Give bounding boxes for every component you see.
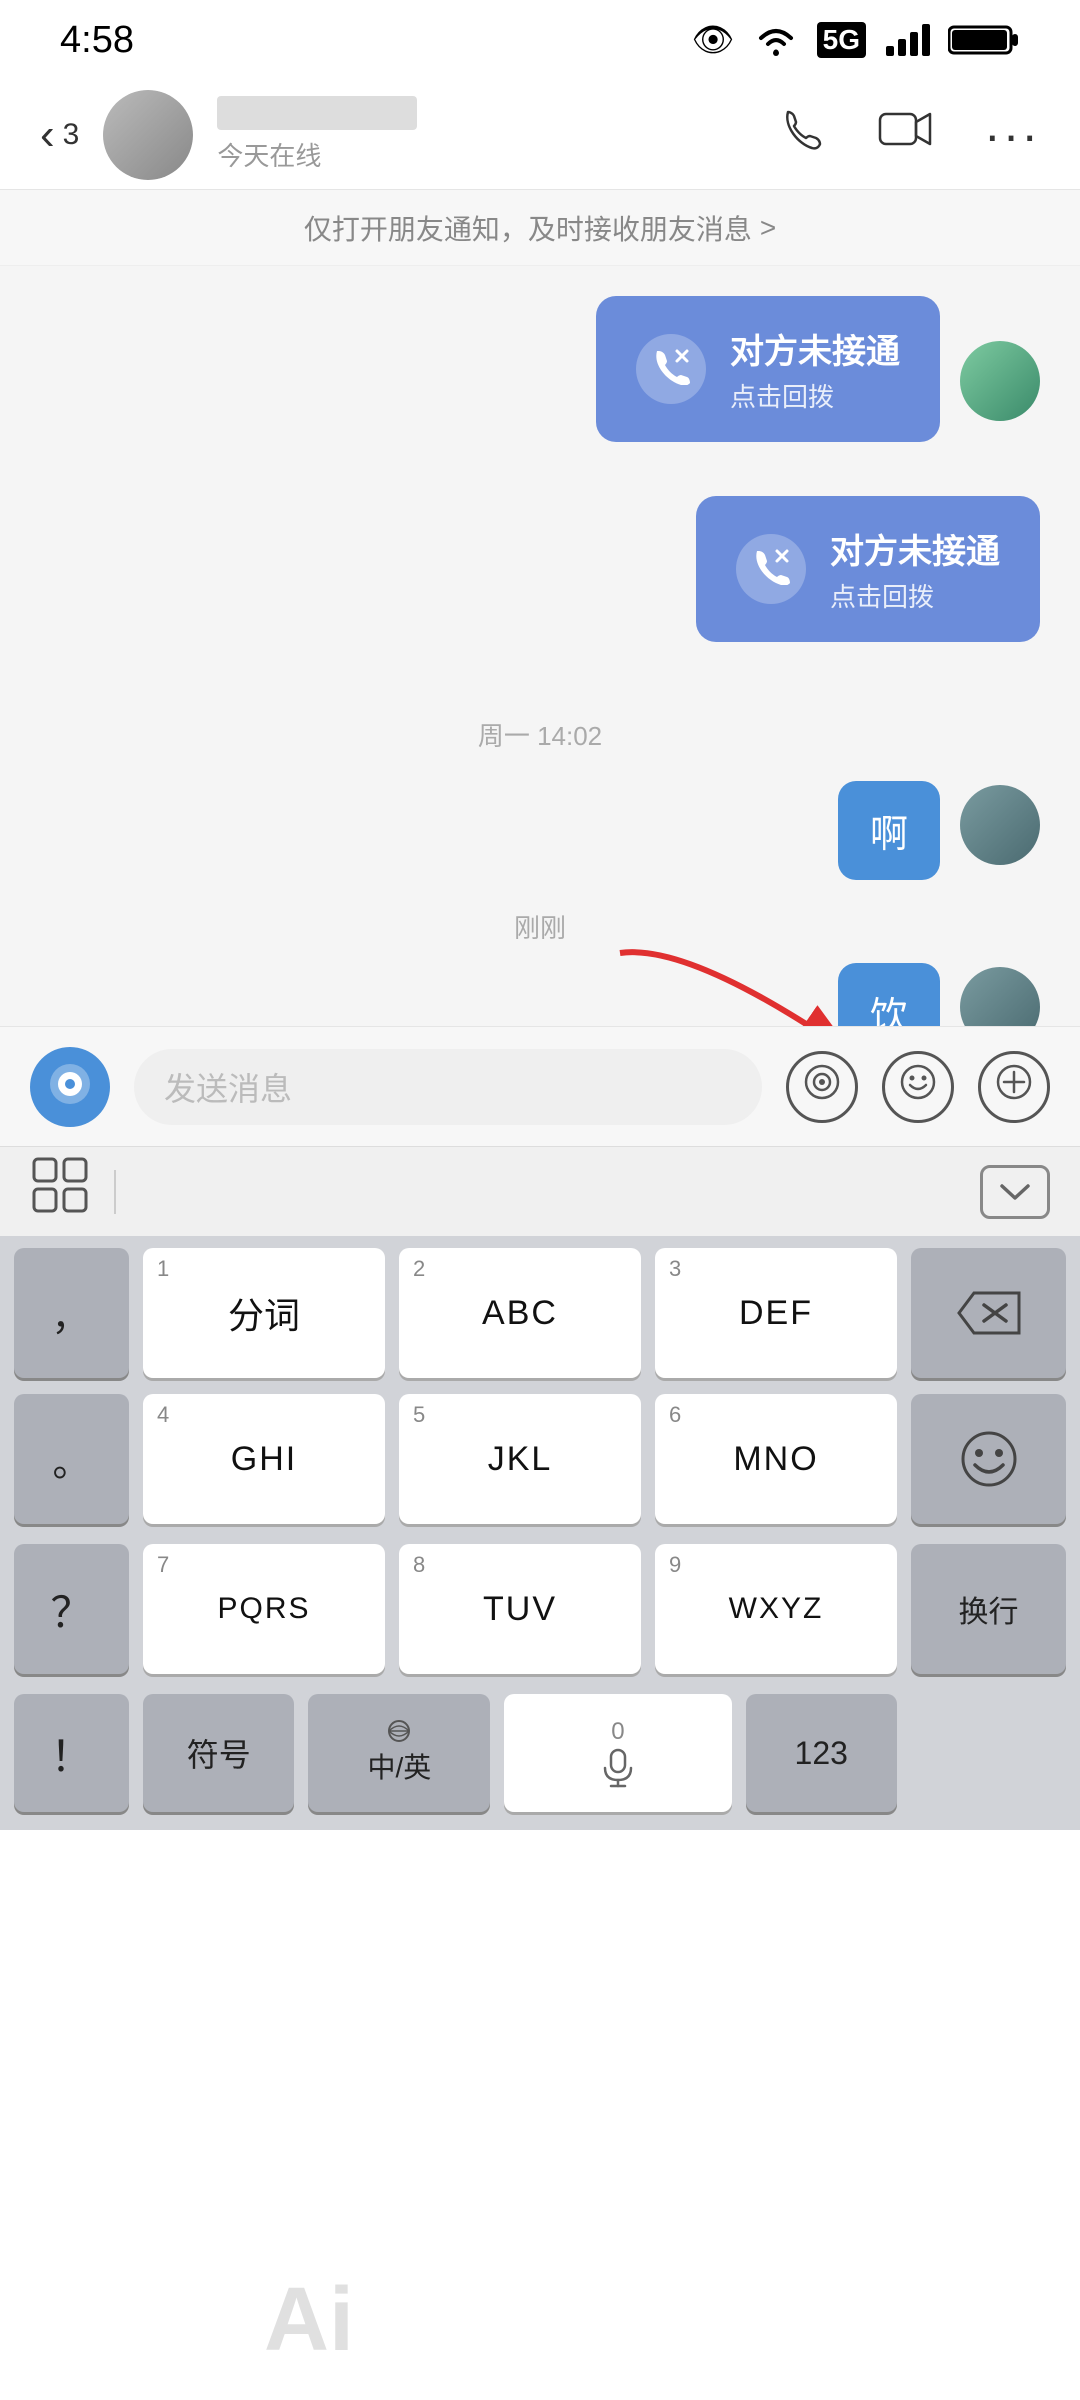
- input-bar: 发送消息: [0, 1026, 1080, 1146]
- message-row-2-wrapper: 饮 已送达: [40, 963, 1040, 1026]
- header: ‹ 3 今天在线 ···: [0, 80, 1080, 190]
- message-bubble-2[interactable]: 饮: [838, 963, 940, 1026]
- timestamp-label: 周一 14:02: [40, 716, 1040, 753]
- keyboard-grid-icon[interactable]: [30, 1155, 90, 1228]
- sound-button[interactable]: [786, 1051, 858, 1123]
- back-arrow-icon: ‹: [40, 110, 55, 160]
- battery-icon: [948, 22, 1020, 58]
- key-2-abc[interactable]: 2 ABC: [399, 1248, 641, 1378]
- input-placeholder: 发送消息: [164, 1064, 292, 1110]
- more-options-icon[interactable]: ···: [984, 106, 1040, 164]
- status-time: 4:58: [60, 19, 134, 62]
- notification-text: 仅打开朋友通知，及时接收朋友消息: [304, 208, 752, 248]
- chat-area: 对方未接通 点击回拨 对方未接通 点击回拨: [0, 266, 1080, 1026]
- missed-call-bubble-1[interactable]: 对方未接通 点击回拨: [596, 296, 940, 442]
- video-call-icon[interactable]: [878, 104, 934, 166]
- key-4-ghi[interactable]: 4 GHI: [143, 1394, 385, 1524]
- key-delete[interactable]: [911, 1248, 1066, 1378]
- call-missed-icon-2: [736, 534, 806, 604]
- call-missed-icon-1: [636, 334, 706, 404]
- message-bubble-1[interactable]: 啊: [838, 781, 940, 880]
- contact-status: 今天在线: [217, 136, 754, 173]
- key-symbol[interactable]: 符号: [143, 1694, 294, 1812]
- key-5-jkl[interactable]: 5 JKL: [399, 1394, 641, 1524]
- key-6-mno[interactable]: 6 MNO: [655, 1394, 897, 1524]
- contact-name: [217, 96, 417, 130]
- sender-avatar-1: [960, 341, 1040, 421]
- missed-call-text-2: 对方未接通 点击回拨: [830, 524, 1000, 614]
- key-comma[interactable]: ，: [14, 1248, 129, 1378]
- wifi-icon: [753, 22, 799, 58]
- key-lang[interactable]: 中/英: [308, 1694, 490, 1812]
- notification-banner[interactable]: 仅打开朋友通知，及时接收朋友消息 >: [0, 190, 1080, 266]
- key-question[interactable]: ？: [14, 1544, 129, 1674]
- key-9-wxyz[interactable]: 9 WXYZ: [655, 1544, 897, 1674]
- header-actions: ···: [778, 104, 1040, 166]
- missed-call-text-1: 对方未接通 点击回拨: [730, 324, 900, 414]
- plus-icon: [995, 1063, 1033, 1110]
- keyboard-row-2: 。 4 GHI 5 JKL 6 MNO: [0, 1390, 1080, 1540]
- voice-button[interactable]: [30, 1047, 110, 1127]
- back-button[interactable]: ‹ 3: [40, 110, 79, 160]
- key-123[interactable]: 123: [746, 1694, 897, 1812]
- sound-icon: [803, 1063, 841, 1110]
- contact-info: 今天在线: [217, 96, 754, 173]
- key-exclaim[interactable]: ！: [14, 1694, 129, 1812]
- signal-icon: [884, 22, 930, 58]
- key-emoji[interactable]: [911, 1394, 1066, 1524]
- voice-record-icon: [48, 1062, 92, 1111]
- keyboard-row-3: ？ 7 PQRS 8 TUV 9 WXYZ 换行: [0, 1540, 1080, 1690]
- keyboard-collapse-button[interactable]: [980, 1165, 1050, 1219]
- missed-call-row-1: 对方未接通 点击回拨: [40, 296, 1040, 466]
- missed-call-row-2: 对方未接通 点击回拨: [40, 496, 1040, 666]
- keyboard-row-1: ， 1 分词 2 ABC 3 DEF: [0, 1236, 1080, 1390]
- ai-text: Ai: [264, 2269, 354, 2372]
- key-3-def[interactable]: 3 DEF: [655, 1248, 897, 1378]
- status-icons: 👁 5G: [691, 20, 1020, 60]
- status-bar: 4:58 👁 5G: [0, 0, 1080, 80]
- just-now-label: 刚刚: [40, 908, 1040, 945]
- phone-call-icon[interactable]: [778, 104, 828, 166]
- plus-button[interactable]: [978, 1051, 1050, 1123]
- sender-avatar-3: [960, 967, 1040, 1026]
- missed-call-bubble-2[interactable]: 对方未接通 点击回拨: [696, 496, 1040, 642]
- keyboard: ， 1 分词 2 ABC 3 DEF 。: [0, 1236, 1080, 1830]
- keyboard-toolbar: [0, 1146, 1080, 1236]
- message-row-2: 饮: [40, 963, 1040, 1026]
- emoji-icon: [899, 1063, 937, 1110]
- key-period[interactable]: 。: [14, 1394, 129, 1524]
- keyboard-row-4: ！ 符号 中/英 0 123: [0, 1690, 1080, 1830]
- sender-avatar-2: [960, 785, 1040, 865]
- message-input[interactable]: 发送消息: [134, 1049, 762, 1125]
- message-row-1: 啊: [40, 781, 1040, 880]
- eye-icon: 👁: [691, 20, 734, 60]
- key-newline[interactable]: 换行: [911, 1544, 1066, 1674]
- back-badge: 3: [63, 118, 80, 152]
- key-1-fenci[interactable]: 1 分词: [143, 1248, 385, 1378]
- emoji-button[interactable]: [882, 1051, 954, 1123]
- notification-arrow-icon: >: [760, 212, 776, 244]
- key-0-mic[interactable]: 0: [504, 1694, 731, 1812]
- contact-avatar: [103, 90, 193, 180]
- ai-label-area: Ai: [198, 2240, 420, 2400]
- key-8-tuv[interactable]: 8 TUV: [399, 1544, 641, 1674]
- key-7-pqrs[interactable]: 7 PQRS: [143, 1544, 385, 1674]
- 5g-icon: 5G: [817, 22, 866, 58]
